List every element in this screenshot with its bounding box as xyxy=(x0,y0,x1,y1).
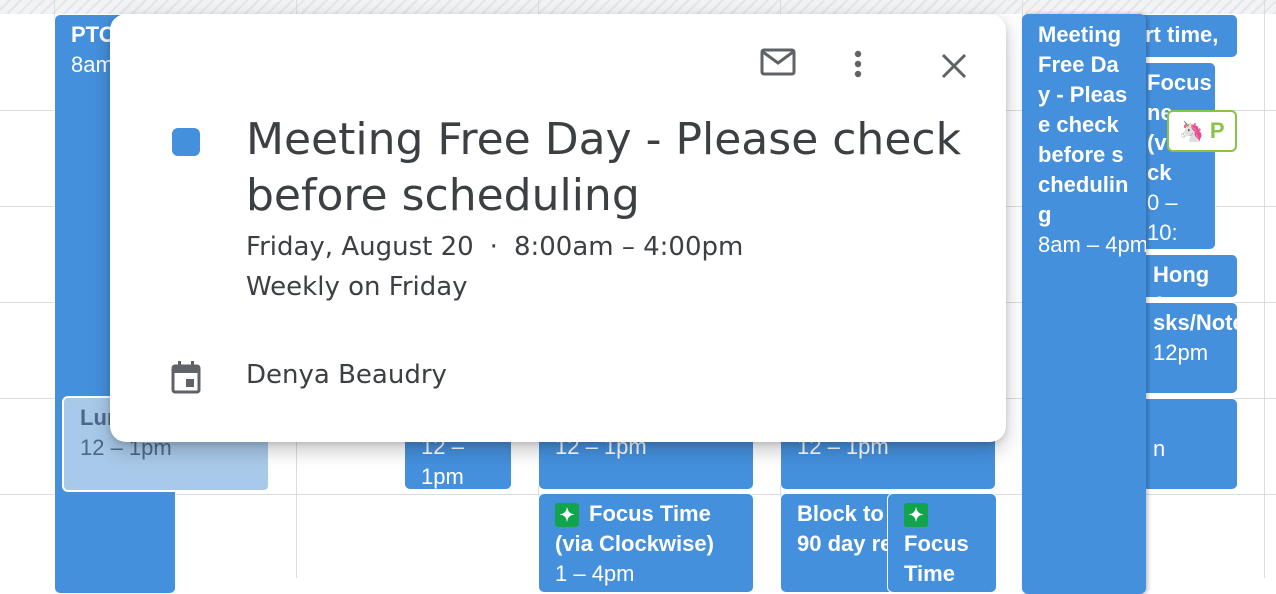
event-time: 0 – 10: xyxy=(1147,190,1178,245)
separator-dot: · xyxy=(489,232,498,262)
more-options-icon[interactable] xyxy=(852,50,864,85)
event-title: sks/Note xyxy=(1153,310,1238,335)
event-details-popup: Meeting Free Day - Please check before s… xyxy=(110,14,1006,442)
event-title: Focus xyxy=(1147,70,1212,95)
event-date: Friday, August 20 xyxy=(246,232,474,262)
event-title: Meeting Free Day - Please check before s… xyxy=(246,114,962,221)
event-title: Hong 1: xyxy=(1153,262,1210,297)
calendar-icon xyxy=(170,360,202,399)
event-time: 8am – 4pm xyxy=(1038,232,1146,257)
event-time: 12pm xyxy=(1153,340,1209,365)
email-icon[interactable] xyxy=(760,47,796,82)
day-divider xyxy=(1264,0,1265,578)
calendar-owner: Denya Beaudry xyxy=(246,360,447,390)
event-meeting-free-day[interactable]: Meeting Free Day - Please check before s… xyxy=(1022,14,1146,594)
event-chip[interactable]: 🦄 P xyxy=(1167,110,1237,152)
all-day-row xyxy=(0,0,1276,14)
event-time: 8:00am – 4:00pm xyxy=(513,232,744,262)
sparkle-icon: ✦ xyxy=(555,503,579,528)
event-focus-time[interactable]: ✦ Focus Time xyxy=(887,493,997,593)
unicorn-icon: 🦄 xyxy=(1179,121,1204,143)
event-title: rt time, xyxy=(1145,22,1219,47)
event-title: Meeting Free Day - Please check before s… xyxy=(1038,22,1129,227)
event-color-swatch xyxy=(172,128,200,156)
event-datetime: Friday, August 20 · 8:00am – 4:00pm xyxy=(246,232,743,262)
event-time: 1 – 4pm xyxy=(555,561,635,586)
event-time: n xyxy=(1153,436,1166,461)
chip-label: P xyxy=(1209,118,1225,143)
event-title: Focus Time xyxy=(904,531,969,586)
event-recurrence: Weekly on Friday xyxy=(246,272,468,302)
close-icon[interactable] xyxy=(940,52,968,85)
sparkle-icon: ✦ xyxy=(904,503,928,528)
event-title: ck xyxy=(1147,160,1172,185)
event-focus-time[interactable]: ✦ Focus Time (via Clockwise) 1 – 4pm xyxy=(538,493,754,593)
